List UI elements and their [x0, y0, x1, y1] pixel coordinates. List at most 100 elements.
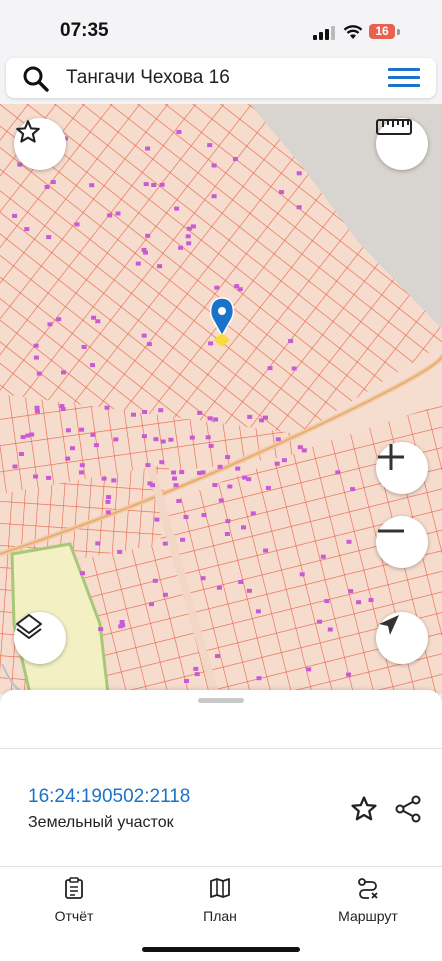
building-marker: [225, 519, 231, 524]
building-marker: [173, 483, 179, 488]
building-marker: [368, 598, 374, 602]
share-icon[interactable]: [393, 794, 423, 824]
battery-icon: 16: [369, 24, 395, 39]
building-marker: [255, 609, 261, 614]
building-marker: [98, 627, 104, 632]
cellular-signal-icon: [313, 26, 335, 40]
building-marker: [296, 205, 302, 210]
building-marker: [250, 511, 256, 516]
building-marker: [162, 592, 168, 597]
building-marker: [105, 499, 111, 504]
building-marker: [197, 471, 202, 475]
cadastral-map[interactable]: [0, 104, 442, 694]
building-marker: [356, 600, 362, 605]
building-marker: [12, 464, 18, 469]
zoom-in-button[interactable]: [376, 442, 428, 494]
building-marker: [25, 433, 31, 438]
search-input[interactable]: Тангачи Чехова 16: [66, 67, 230, 89]
building-marker: [162, 541, 168, 546]
building-marker: [59, 404, 65, 409]
building-marker: [263, 548, 269, 553]
sheet-divider: [0, 748, 442, 749]
building-marker: [189, 435, 195, 440]
building-marker: [278, 190, 284, 195]
building-marker: [44, 185, 50, 189]
tab-report[interactable]: Отчёт: [14, 877, 134, 924]
search-bar[interactable]: Тангачи Чехова 16: [6, 58, 436, 98]
building-marker: [33, 474, 39, 479]
building-marker: [235, 466, 241, 471]
building-marker: [214, 285, 220, 290]
building-marker: [179, 470, 185, 475]
building-marker: [141, 333, 147, 338]
tab-route[interactable]: Маршрут: [308, 877, 428, 924]
layers-button[interactable]: [14, 612, 66, 664]
building-marker: [201, 513, 207, 518]
building-marker: [335, 470, 341, 475]
building-marker: [34, 409, 40, 414]
ruler-button[interactable]: [376, 118, 428, 170]
building-marker: [157, 264, 163, 269]
building-marker: [197, 410, 203, 415]
building-marker: [193, 666, 199, 671]
building-marker: [95, 319, 101, 324]
building-marker: [143, 182, 149, 187]
building-marker: [149, 602, 154, 607]
clipboard-icon: [65, 877, 83, 899]
favorite-map-button[interactable]: [14, 118, 66, 170]
cadastral-number-link[interactable]: 16:24:190502:2118: [28, 786, 190, 808]
map-icon: [210, 878, 230, 898]
my-location-button[interactable]: [376, 612, 428, 664]
building-marker: [65, 428, 71, 433]
building-marker: [208, 341, 214, 346]
battery-tip: [397, 29, 400, 35]
building-marker: [154, 517, 160, 522]
building-marker: [107, 213, 113, 218]
bottom-tab-bar: Отчёт План Маршрут: [0, 866, 442, 961]
tab-report-label: Отчёт: [54, 908, 94, 924]
building-marker: [33, 355, 39, 360]
building-marker: [238, 580, 244, 584]
building-marker: [159, 182, 165, 187]
building-marker: [65, 456, 71, 461]
parcel-info-sheet[interactable]: 16:24:190502:2118 Земельный участок: [0, 690, 442, 870]
zoom-out-button[interactable]: [376, 516, 428, 568]
favorite-parcel-star-icon[interactable]: [349, 794, 379, 824]
parcel-type-label: Земельный участок: [28, 814, 174, 831]
tab-plan-label: План: [203, 908, 237, 924]
building-marker: [78, 470, 84, 475]
search-icon[interactable]: [22, 66, 50, 92]
building-marker: [90, 432, 96, 437]
building-marker: [217, 464, 223, 469]
building-marker: [150, 483, 156, 488]
building-marker: [160, 439, 166, 444]
building-marker: [145, 233, 151, 238]
building-marker: [79, 463, 85, 468]
building-marker: [47, 322, 53, 327]
wifi-icon: [343, 25, 363, 39]
tab-plan[interactable]: План: [160, 877, 280, 924]
building-marker: [141, 434, 147, 439]
building-marker: [317, 619, 323, 624]
map-canvas[interactable]: [0, 104, 442, 694]
sheet-drag-handle[interactable]: [198, 698, 244, 703]
building-marker: [218, 498, 224, 503]
building-marker: [256, 676, 262, 681]
building-marker: [216, 585, 222, 590]
tab-route-label: Маршрут: [338, 908, 398, 924]
building-marker: [281, 458, 287, 463]
building-marker: [275, 437, 281, 442]
building-marker: [101, 476, 107, 481]
menu-icon[interactable]: [388, 68, 420, 88]
building-marker: [93, 443, 99, 448]
plus-icon: [378, 444, 404, 470]
status-time: 07:35: [60, 20, 109, 41]
building-marker: [211, 163, 217, 168]
building-marker: [141, 247, 147, 252]
building-marker: [213, 417, 219, 422]
building-marker: [168, 437, 174, 442]
building-marker: [299, 572, 305, 577]
building-marker: [225, 455, 231, 460]
building-marker: [180, 537, 186, 542]
building-marker: [176, 130, 182, 134]
